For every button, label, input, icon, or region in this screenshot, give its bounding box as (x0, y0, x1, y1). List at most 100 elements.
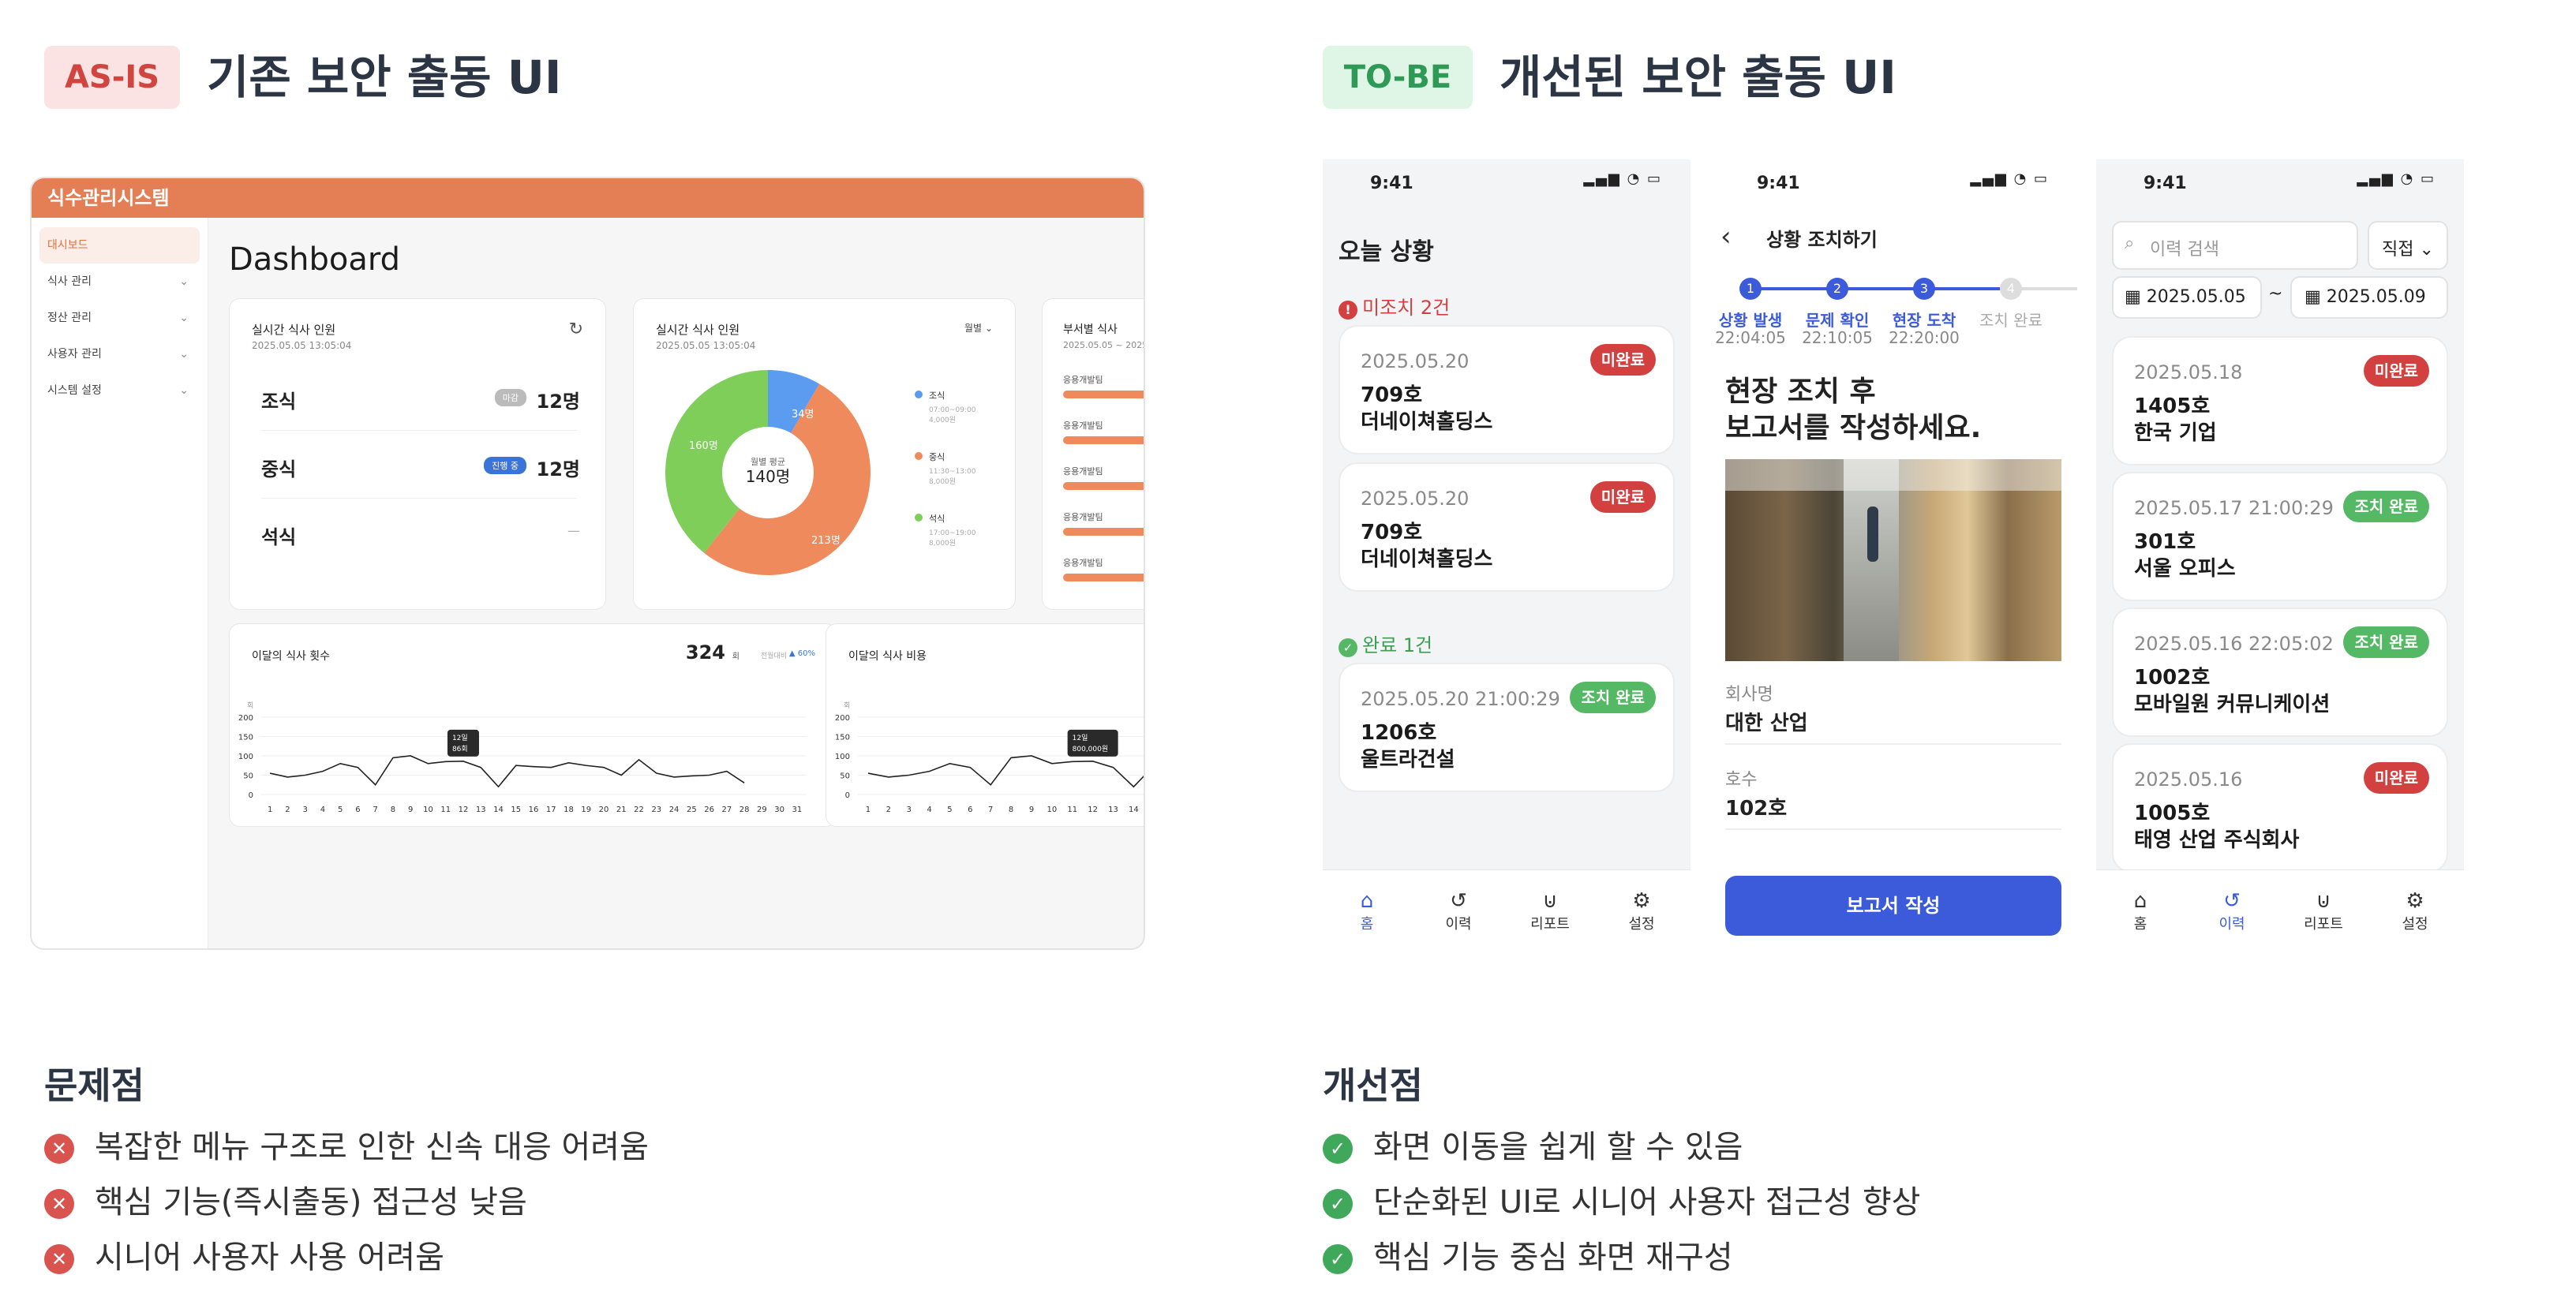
date-from-field[interactable]: ▦ 2025.05.05 (2112, 276, 2262, 319)
card-title: 이달의 식사 비용 (848, 650, 927, 663)
tooltip-title: 12일 (452, 734, 468, 742)
tab-settings[interactable]: ⚙ 설정 (1618, 889, 1665, 933)
y-tick-label: 150 (238, 734, 253, 742)
status-badge: 미완료 (2363, 762, 2429, 794)
card-title: 실시간 식사 인원 (656, 323, 740, 337)
asis-title: 기존 보안 출동 UI (207, 50, 562, 104)
x-tick-label: 14 (1129, 806, 1139, 814)
incident-info: 709호 더네이쳐홀딩스 (1361, 519, 1492, 573)
sidebar-item-settlement[interactable]: 정산 관리 ⌄ (39, 300, 200, 336)
period-select-label: 월별 (964, 323, 983, 334)
resolved-header: ✓ 완료 1건 (1339, 630, 1432, 657)
search-input[interactable]: ⌕ 이력 검색 (2112, 221, 2358, 270)
x-tick-label: 15 (511, 806, 521, 814)
tooltip-value: 86회 (452, 745, 468, 753)
chevron-down-icon: ⌄ (179, 348, 189, 361)
dept-name: 응용개발팀 (1063, 558, 1103, 568)
axis-unit: 회 (844, 701, 850, 710)
status-time: 9:41 (2144, 174, 2187, 193)
x-tick-label: 23 (651, 806, 661, 814)
history-card[interactable]: 2025.05.17 21:00:29 301호 서울 오피스 조치 완료 (2112, 472, 2448, 601)
problem-text: 시니어 사용자 사용 어려움 (95, 1239, 444, 1276)
legend-item: 조식 07:00~09:00 4,000원 (915, 389, 975, 424)
scene-photo (1725, 459, 2061, 661)
sidebar-item-dashboard[interactable]: 대시보드 (39, 227, 200, 264)
sidebar-item-label: 사용자 관리 (47, 348, 102, 361)
refresh-icon[interactable]: ↻ (569, 320, 583, 339)
search-placeholder: 이력 검색 (2150, 240, 2219, 260)
x-tick-label: 1 (866, 806, 871, 814)
tab-report[interactable]: ⊍ 리포트 (1526, 889, 1574, 933)
incident-card[interactable]: 2025.05.20 21:00:29 1206호 울트라건설 조치 완료 (1339, 663, 1675, 792)
x-tick-label: 19 (581, 806, 591, 814)
x-tick-label: 22 (634, 806, 644, 814)
incident-card[interactable]: 2025.05.20 709호 더네이쳐홀딩스 미완료 (1339, 325, 1675, 454)
status-badge: 조치 완료 (1570, 682, 1656, 713)
history-room: 1405호 (2134, 394, 2211, 418)
unresolved-label: 미조치 2건 (1362, 297, 1451, 319)
sidebar-item-meal[interactable]: 식사 관리 ⌄ (39, 264, 200, 300)
x-tick-label: 12 (1088, 806, 1098, 814)
step-label: 문제 확인 (1805, 311, 1870, 330)
phone-action-screen: 9:41 ▂▄▆ ◔ ▭ ‹ 상황 조치하기 1 2 3 4 상황 발생 문제 … (1709, 159, 2077, 948)
filter-select[interactable]: 직접 ⌄ (2368, 221, 2448, 270)
axis-unit: 회 (247, 701, 253, 710)
dept-name: 응용개발팀 (1063, 375, 1103, 385)
tab-home[interactable]: ⌂ 홈 (2117, 889, 2164, 933)
x-tick-label: 4 (320, 806, 325, 814)
x-tick-label: 9 (408, 806, 413, 814)
history-icon: ↺ (2223, 889, 2241, 913)
legend-price: 4,000원 (929, 417, 957, 424)
sidebar-item-users[interactable]: 사용자 관리 ⌄ (39, 336, 200, 372)
card-title: 부서별 식사 (1063, 323, 1118, 336)
x-tick-label: 30 (774, 806, 784, 814)
chevron-down-icon: ⌄ (179, 275, 189, 288)
tooltip-title: 12일 (1073, 734, 1088, 742)
tab-history[interactable]: ↺ 이력 (2208, 889, 2256, 933)
x-tick-label: 1 (268, 806, 272, 814)
incident-room: 709호 (1361, 521, 1423, 544)
x-tick-label: 20 (599, 806, 609, 814)
tab-bar: ⌂ 홈 ↺ 이력 ⊍ 리포트 ⚙ 설정 (2096, 869, 2464, 948)
status-badge: 조치 완료 (2343, 626, 2429, 658)
step-label: 상황 발생 (1718, 311, 1783, 330)
meal-donut-chart: 월별 평균 140명 34명 213명 160명 (665, 370, 871, 575)
history-room: 1005호 (2134, 802, 2211, 825)
history-card[interactable]: 2025.05.18 1405호 한국 기업 미완료 (2112, 336, 2448, 465)
status-badge: 진행 중 (484, 457, 526, 474)
problems-title: 문제점 (44, 1064, 144, 1107)
incident-card[interactable]: 2025.05.20 709호 더네이쳐홀딩스 미완료 (1339, 462, 1675, 592)
chevron-down-icon: ⌄ (2419, 240, 2434, 260)
problem-text: 핵심 기능(즉시출동) 접근성 낮음 (95, 1184, 527, 1221)
date-to-field[interactable]: ▦ 2025.05.09 (2290, 276, 2448, 319)
history-date: 2025.05.18 (2134, 361, 2243, 383)
period-select[interactable]: 월별 ⌄ (964, 321, 993, 335)
meal-count-value: 324 (685, 641, 725, 664)
donut-center-value: 140명 (746, 467, 791, 486)
report-icon: ⊍ (1542, 889, 1558, 913)
tab-history[interactable]: ↺ 이력 (1435, 889, 1482, 933)
chevron-down-icon: ⌄ (984, 323, 993, 334)
sidebar-item-label: 시스템 설정 (47, 384, 102, 397)
y-tick-label: 200 (238, 714, 253, 723)
x-tick-label: 10 (423, 806, 433, 814)
history-card[interactable]: 2025.05.16 22:05:02 1002호 모바일원 커뮤니케이션 조치 … (2112, 608, 2448, 737)
check-circle-icon: ✓ (1323, 1244, 1353, 1274)
back-icon[interactable]: ‹ (1720, 221, 1732, 252)
tab-home[interactable]: ⌂ 홈 (1343, 889, 1391, 933)
tab-settings[interactable]: ⚙ 설정 (2391, 889, 2439, 933)
sidebar-item-system[interactable]: 시스템 설정 ⌄ (39, 372, 200, 409)
write-report-button[interactable]: 보고서 작성 (1725, 876, 2061, 936)
tab-report[interactable]: ⊍ 리포트 (2300, 889, 2347, 933)
series-line (867, 755, 1144, 788)
card-time: 2025.05.05 13:05:04 (252, 340, 352, 351)
history-card[interactable]: 2025.05.16 1005호 태영 산업 주식회사 미완료 (2112, 743, 2448, 873)
x-tick-label: 3 (907, 806, 912, 814)
legend-time: 07:00~09:00 (929, 406, 976, 414)
donut-chart-card: 실시간 식사 인원 2025.05.05 13:05:04 월별 ⌄ 월별 평균… (633, 298, 1016, 610)
unresolved-header: ! 미조치 2건 (1339, 292, 1450, 320)
x-tick-label: 21 (616, 806, 627, 814)
x-tick-label: 31 (792, 806, 803, 814)
tab-label: 설정 (1628, 916, 1655, 933)
search-icon: ⌕ (2125, 234, 2135, 253)
